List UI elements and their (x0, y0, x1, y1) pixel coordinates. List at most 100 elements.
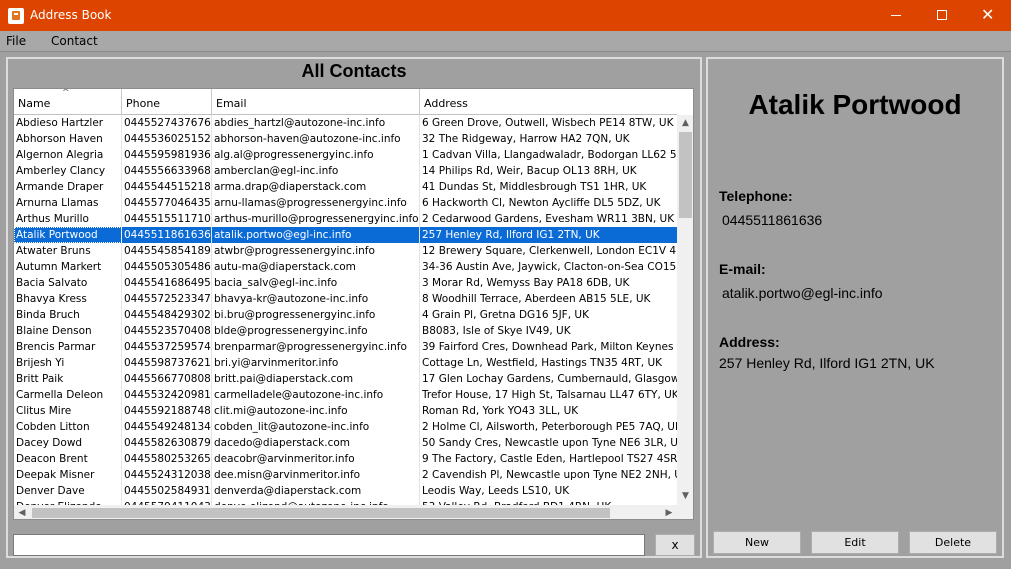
table-row[interactable]: Abhorson Haven 0445536025152 abhorson-have… (14, 131, 677, 147)
cell-address: Trefor House, 17 High St, Talsarnau LL47… (422, 389, 677, 401)
cell-email: abhorson-haven@autozone-inc.info (212, 131, 420, 147)
cell-name: Binda Bruch (14, 307, 122, 323)
table-row-selected[interactable]: Atalik Portwood 0445511861636 atalik.portw… (14, 227, 677, 243)
list-title: All Contacts (301, 61, 407, 81)
cell-address: 32 The Ridgeway, Harrow HA2 7QN, UK (422, 133, 630, 145)
table-row[interactable]: Arthus Murillo 0445515511710 arthus-murill… (14, 211, 677, 227)
cell-email: abdies_hartzl@autozone-inc.info (212, 115, 420, 131)
table-row[interactable]: Dacey Dowd 0445582630879 dacedo@diaperstac… (14, 435, 677, 451)
cell-phone: 0445572523347 (124, 291, 212, 307)
scroll-right-icon[interactable]: ▶ (661, 505, 677, 519)
cell-name: Brencis Parmar (14, 339, 122, 355)
cell-email: arma.drap@diaperstack.com (212, 179, 420, 195)
menu-file[interactable]: File (6, 34, 26, 48)
contacts-list-panel: All Contacts ^ Name Phone Email Address … (6, 57, 702, 558)
close-icon: ✕ (981, 5, 995, 24)
cell-email: carmelladele@autozone-inc.info (212, 387, 420, 403)
table-row[interactable]: Deepak Misner 0445524312038 dee.misn@arvin… (14, 467, 677, 483)
table-row[interactable]: Blaine Denson 0445523570408 blde@progresse… (14, 323, 677, 339)
table-row[interactable]: Abdieso Hartzler 0445527437676 abdies_hart… (14, 115, 677, 131)
menu-contact[interactable]: Contact (51, 34, 98, 48)
table-row[interactable]: Brijesh Yi 0445598737621 bri.yi@arvinmerit… (14, 355, 677, 371)
maximize-icon (937, 10, 947, 20)
cell-email: atalik.portwo@egl-inc.info (212, 227, 420, 243)
table-row[interactable]: Deacon Brent 0445580253265 deacobr@arvinme… (14, 451, 677, 467)
cell-address: 8 Woodhill Terrace, Aberdeen AB15 5LE, U… (422, 293, 651, 305)
search-input[interactable] (13, 534, 645, 556)
cell-name: Arnurna Llamas (14, 195, 122, 211)
cell-address: B8083, Isle of Skye IV49, UK (422, 325, 571, 337)
cell-phone: 0445549248134 (124, 419, 212, 435)
table-row[interactable]: Algernon Alegria 0445595981936 alg.al@prog… (14, 147, 677, 163)
cell-email: dee.misn@arvinmeritor.info (212, 467, 420, 483)
table-row[interactable]: Britt Paik 0445566770808 britt.pai@diapers… (14, 371, 677, 387)
cell-name: Algernon Alegria (14, 147, 122, 163)
cell-address: 14 Philips Rd, Weir, Bacup OL13 8RH, UK (422, 165, 637, 177)
column-header-name-label: Name (18, 97, 51, 110)
cell-name: Blaine Denson (14, 323, 122, 339)
horizontal-scrollbar[interactable]: ◀ ▶ (14, 505, 677, 519)
header-corner (677, 89, 693, 115)
table-row[interactable]: Arnurna Llamas 0445577046435 arnu-llamas@p… (14, 195, 677, 211)
edit-contact-button[interactable]: Edit (811, 531, 899, 554)
cell-phone: 0445598737621 (124, 355, 212, 371)
cell-phone: 0445556633968 (124, 163, 212, 179)
cell-address: 41 Dundas St, Middlesbrough TS1 1HR, UK (422, 181, 647, 193)
cell-email: bacia_salv@egl-inc.info (212, 275, 420, 291)
cell-address: 4 Grain Pl, Gretna DG16 5JF, UK (422, 309, 589, 321)
cell-name: Bacia Salvato (14, 275, 122, 291)
cell-phone: 0445523570408 (124, 323, 212, 339)
maximize-button[interactable] (919, 0, 965, 31)
table-row[interactable]: Binda Bruch 0445548429302 bi.bru@progresse… (14, 307, 677, 323)
cell-phone: 0445544515218 (124, 179, 212, 195)
table-row[interactable]: Armande Draper 0445544515218 arma.drap@dia… (14, 179, 677, 195)
table-row[interactable]: Amberley Clancy 0445556633968 amberclan@eg… (14, 163, 677, 179)
cell-name: Atalik Portwood (14, 227, 122, 243)
address-label: Address: (719, 334, 780, 350)
cell-address: 34-36 Austin Ave, Jaywick, Clacton-on-Se… (422, 261, 677, 273)
cell-address: 3 Morar Rd, Wemyss Bay PA18 6DB, UK (422, 277, 630, 289)
cell-phone: 0445580253265 (124, 451, 212, 467)
cell-email: atwbr@progressenergyinc.info (212, 243, 420, 259)
column-header-name[interactable]: ^ Name (14, 89, 122, 115)
table-row[interactable]: Clitus Mire 0445592188748 clit.mi@autozone… (14, 403, 677, 419)
table-row[interactable]: Bhavya Kress 0445572523347 bhavya-kr@autoz… (14, 291, 677, 307)
cell-name: Dacey Dowd (14, 435, 122, 451)
minimize-button[interactable] (873, 0, 919, 31)
cell-name: Arthus Murillo (14, 211, 122, 227)
new-contact-button[interactable]: New (713, 531, 801, 554)
table-row[interactable]: Autumn Markert 0445505305486 autu-ma@diape… (14, 259, 677, 275)
address-value: 257 Henley Rd, Ilford IG1 2TN, UK (719, 355, 935, 371)
scroll-down-icon[interactable]: ▼ (677, 488, 693, 505)
cell-name: Britt Paik (14, 371, 122, 387)
column-header-email[interactable]: Email (212, 89, 420, 115)
close-button[interactable]: ✕ (965, 0, 1011, 31)
cell-email: amberclan@egl-inc.info (212, 163, 420, 179)
cell-address: 6 Hackworth Cl, Newton Aycliffe DL5 5DZ,… (422, 197, 661, 209)
table-row[interactable]: Brencis Parmar 0445537259574 brenparmar@pr… (14, 339, 677, 355)
vertical-scroll-thumb[interactable] (679, 132, 692, 218)
cell-address: Roman Rd, York YO43 3LL, UK (422, 405, 579, 417)
cell-address: Leodis Way, Leeds LS10, UK (422, 485, 570, 497)
minimize-icon (891, 15, 901, 16)
cell-name: Deacon Brent (14, 451, 122, 467)
cell-address: Cottage Ln, Westfield, Hastings TN35 4RT… (422, 357, 663, 369)
horizontal-scroll-thumb[interactable] (32, 508, 610, 518)
table-row[interactable]: Cobden Litton 0445549248134 cobden_lit@aut… (14, 419, 677, 435)
table-row[interactable]: Denver Dave 0445502584931 denverda@diapers… (14, 483, 677, 499)
column-header-address[interactable]: Address (420, 89, 677, 115)
table-row[interactable]: Carmella Deleon 0445532420981 carmelladele… (14, 387, 677, 403)
clear-search-button[interactable]: x (655, 534, 695, 556)
cell-email: bhavya-kr@autozone-inc.info (212, 291, 420, 307)
cell-address: 39 Fairford Cres, Downhead Park, Milton … (422, 341, 677, 353)
delete-contact-button[interactable]: Delete (909, 531, 997, 554)
scroll-up-icon[interactable]: ▲ (677, 115, 693, 132)
column-header-phone[interactable]: Phone (122, 89, 212, 115)
scroll-left-icon[interactable]: ◀ (14, 505, 30, 519)
table-body: Abdieso Hartzler 0445527437676 abdies_hart… (14, 115, 677, 505)
table-row[interactable]: Bacia Salvato 0445541686495 bacia_salv@egl… (14, 275, 677, 291)
cell-phone: 0445505305486 (124, 259, 212, 275)
table-row[interactable]: Atwater Bruns 0445545854189 atwbr@progress… (14, 243, 677, 259)
vertical-scrollbar[interactable]: ▲ ▼ (677, 115, 693, 505)
email-label: E-mail: (719, 261, 766, 277)
